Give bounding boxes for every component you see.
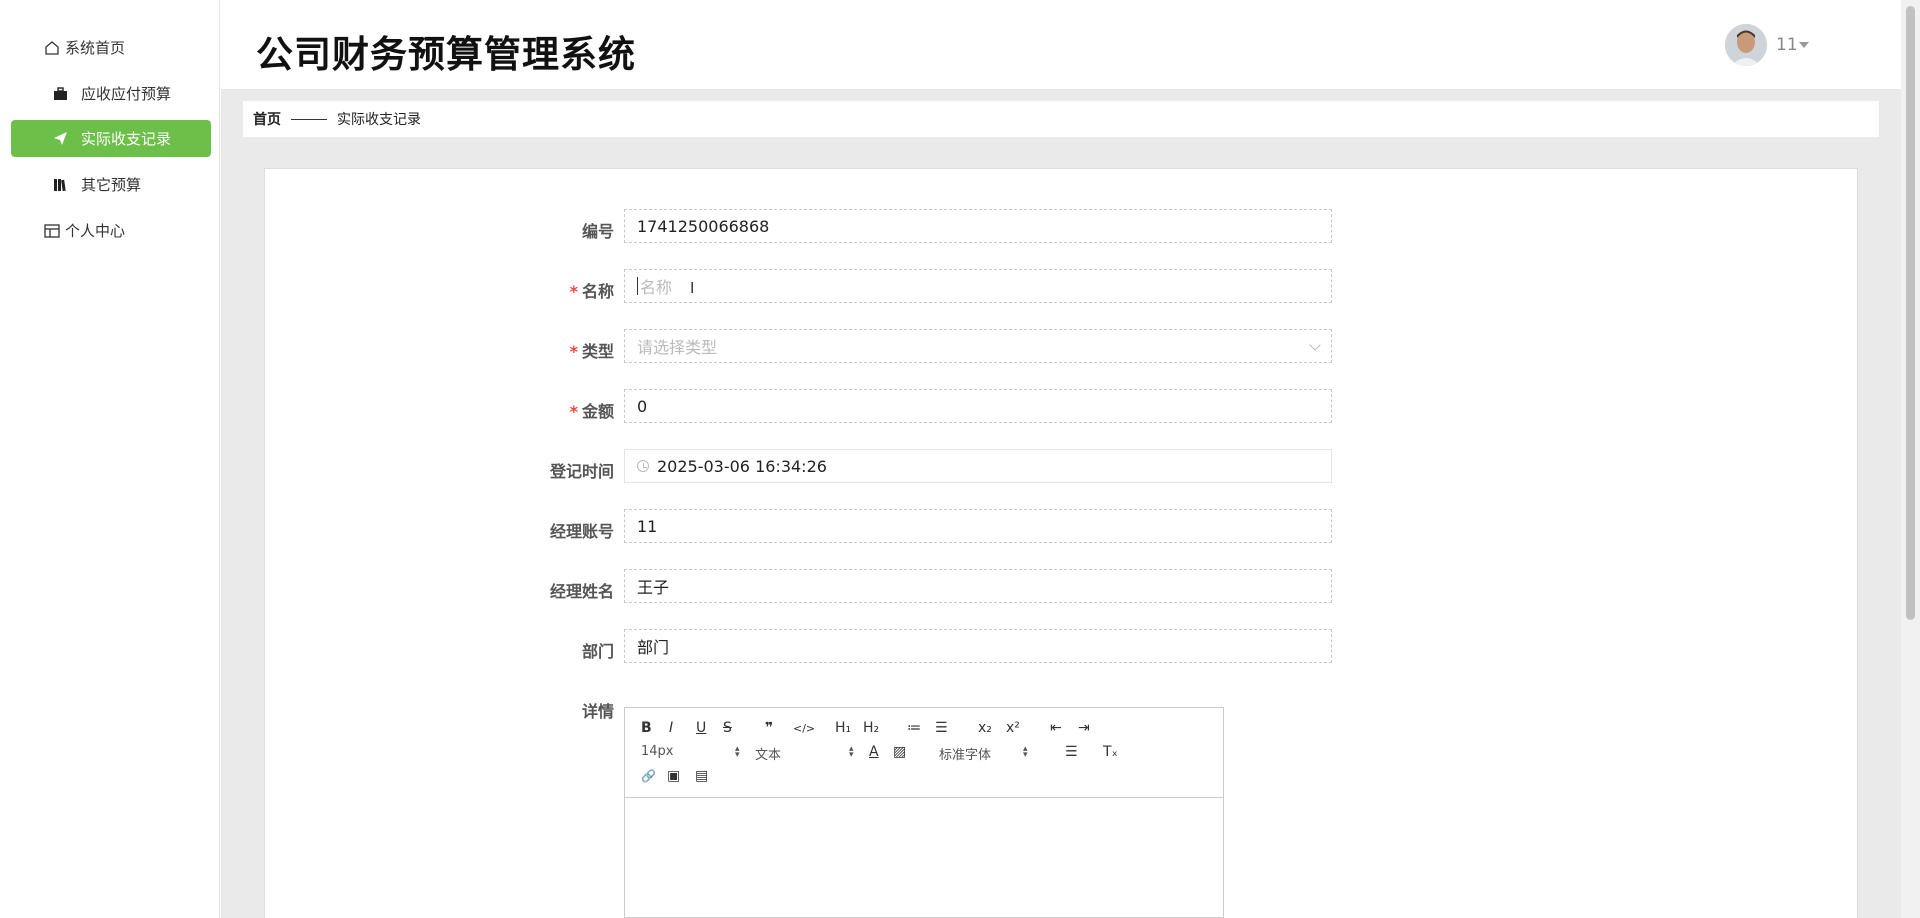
bianhao-input[interactable]: 1741250066868 <box>624 209 1332 243</box>
select-arrows-icon: ▴ ▾ <box>1023 744 1028 760</box>
field-label: 经理姓名 <box>549 582 614 601</box>
app-title: 公司财务预算管理系统 <box>256 33 636 76</box>
card-icon <box>43 222 61 240</box>
field-label: * 类型 <box>494 338 614 362</box>
link-button[interactable]: 🔗 <box>641 766 656 786</box>
paper-plane-icon <box>51 130 69 148</box>
indent-button[interactable]: ⇥ <box>1078 718 1090 738</box>
sidebar-item-label: 应收应付预算 <box>81 85 172 103</box>
top-header: 公司财务预算管理系统 11 <box>221 0 1901 90</box>
font-family-value: 标准字体 <box>939 748 992 763</box>
text-cursor <box>637 277 638 295</box>
h2-button[interactable]: H₂ <box>863 718 879 738</box>
clock-icon <box>637 460 649 472</box>
select-arrows-icon: ▴ ▾ <box>849 744 854 760</box>
required-mark: * <box>569 342 578 361</box>
required-mark: * <box>569 282 578 301</box>
field-label: * 金额 <box>494 398 614 422</box>
video-button[interactable]: ▤ <box>695 766 708 786</box>
leixing-select[interactable]: 请选择类型 <box>624 329 1332 363</box>
sidebar-item-actual-records[interactable]: 实际收支记录 <box>11 120 211 157</box>
chevron-down-icon <box>1309 339 1321 351</box>
clear-format-button[interactable]: Tₓ <box>1103 742 1118 762</box>
scrollbar-thumb[interactable] <box>1906 6 1915 620</box>
editor-toolbar: B I U S ❞ </> H₁ H₂ ≔ ☰ x₂ x² ⇤ ⇥ 14px ▴… <box>625 708 1223 798</box>
field-label: 编号 <box>581 222 614 241</box>
sidebar-item-other-budget[interactable]: 其它预算 <box>11 166 211 203</box>
breadcrumb-home[interactable]: 首页 <box>253 109 281 129</box>
sidebar-item-label: 实际收支记录 <box>81 130 172 148</box>
subscript-button[interactable]: x₂ <box>978 718 992 738</box>
editor-content-area[interactable] <box>625 798 1223 918</box>
sidebar-item-personal-center[interactable]: 个人中心 <box>11 212 211 249</box>
avatar[interactable] <box>1725 24 1767 66</box>
bullet-list-button[interactable]: ☰ <box>935 718 948 738</box>
sidebar-item-label: 其它预算 <box>81 176 142 194</box>
mingcheng-input[interactable]: 名称 I <box>624 269 1332 303</box>
image-button[interactable]: ▣ <box>667 766 680 786</box>
underline-button[interactable]: U <box>696 718 706 738</box>
strike-button[interactable]: S <box>723 718 732 738</box>
italic-button[interactable]: I <box>669 718 673 738</box>
field-label: * 名称 <box>494 278 614 302</box>
text-style-select[interactable]: 文本 ▴ ▾ <box>755 744 854 764</box>
sidebar-item-home[interactable]: 系统首页 <box>11 29 211 66</box>
books-icon <box>51 176 69 194</box>
font-color-button[interactable]: A <box>869 742 879 762</box>
align-button[interactable]: ☰ <box>1065 742 1078 762</box>
field-label-text: 名称 <box>581 282 614 301</box>
jinglizhanghao-input[interactable]: 11 <box>624 509 1332 543</box>
vertical-scrollbar[interactable] <box>1901 0 1920 918</box>
bold-button[interactable]: B <box>641 718 652 738</box>
rich-text-editor: B I U S ❞ </> H₁ H₂ ≔ ☰ x₂ x² ⇤ ⇥ 14px ▴… <box>624 707 1224 918</box>
jine-input[interactable]: 0 <box>624 389 1332 423</box>
code-block-button[interactable]: </> <box>793 718 815 738</box>
user-name[interactable]: 11 <box>1776 35 1798 55</box>
outdent-button[interactable]: ⇤ <box>1050 718 1062 738</box>
field-label: 部门 <box>581 642 614 661</box>
field-label-text: 金额 <box>581 402 614 421</box>
superscript-button[interactable]: x² <box>1006 718 1020 738</box>
home-icon <box>43 39 61 57</box>
background-color-button[interactable]: ▨ <box>893 742 906 762</box>
jinglixingming-input[interactable]: 王子 <box>624 569 1332 603</box>
bumen-input[interactable]: 部门 <box>624 629 1332 663</box>
field-label: 经理账号 <box>549 522 614 541</box>
field-label: 详情 <box>581 702 614 721</box>
sidebar-item-receivable-budget[interactable]: 应收应付预算 <box>11 75 211 112</box>
text-style-value: 文本 <box>755 748 782 763</box>
select-arrows-icon: ▴ ▾ <box>735 744 740 760</box>
dengjishijian-datetime[interactable]: 2025-03-06 16:34:26 <box>624 449 1332 483</box>
sidebar-item-label: 系统首页 <box>65 39 126 57</box>
sidebar: 系统首页 应收应付预算 实际收支记录 其它预算 个人中心 <box>0 0 220 918</box>
font-size-value: 14px <box>641 744 674 759</box>
caret-down-icon[interactable] <box>1799 42 1809 48</box>
breadcrumb-current: 实际收支记录 <box>337 112 421 128</box>
mingcheng-placeholder: 名称 <box>640 278 673 297</box>
breadcrumb-separator <box>291 118 327 120</box>
font-size-select[interactable]: 14px ▴ ▾ <box>641 744 740 760</box>
required-mark: * <box>569 402 578 421</box>
ordered-list-button[interactable]: ≔ <box>907 718 921 738</box>
blockquote-button[interactable]: ❞ <box>765 718 773 738</box>
font-family-select[interactable]: 标准字体 ▴ ▾ <box>939 744 1029 764</box>
h1-button[interactable]: H₁ <box>835 718 851 738</box>
dengjishijian-value: 2025-03-06 16:34:26 <box>657 456 827 476</box>
breadcrumb: 首页 实际收支记录 <box>243 101 1879 137</box>
briefcase-icon <box>51 85 69 103</box>
field-label: 登记时间 <box>549 462 614 481</box>
ibeam-cursor-icon: I <box>690 279 695 297</box>
sidebar-item-label: 个人中心 <box>65 222 126 240</box>
field-label-text: 类型 <box>581 342 614 361</box>
leixing-placeholder: 请选择类型 <box>637 338 718 357</box>
